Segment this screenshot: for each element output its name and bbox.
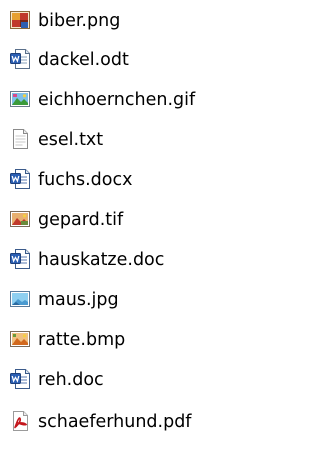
file-item-fuchs-docx[interactable]: fuchs.docx — [0, 168, 245, 192]
png-image-icon — [9, 9, 31, 31]
file-item-ratte-bmp[interactable]: ratte.bmp — [0, 328, 245, 352]
file-name: schaeferhund.pdf — [38, 412, 192, 432]
file-name: esel.txt — [38, 130, 104, 150]
odt-document-icon — [9, 48, 31, 70]
file-item-dackel-odt[interactable]: dackel.odt — [0, 48, 245, 72]
file-name: gepard.tif — [38, 210, 124, 230]
file-name: maus.jpg — [38, 290, 119, 310]
tif-image-icon — [9, 208, 31, 230]
file-name: eichhoernchen.gif — [38, 90, 196, 110]
file-name: reh.doc — [38, 370, 104, 390]
gif-image-icon — [9, 88, 31, 110]
file-name: hauskatze.doc — [38, 250, 165, 270]
file-name: fuchs.docx — [38, 170, 133, 190]
file-item-biber-png[interactable]: biber.png — [0, 9, 245, 33]
file-list: biber.png dackel.odt eichhoernchen.gif e… — [0, 0, 245, 454]
file-item-hauskatze-doc[interactable]: hauskatze.doc — [0, 248, 245, 272]
word-document-icon — [9, 248, 31, 270]
file-item-esel-txt[interactable]: esel.txt — [0, 128, 245, 152]
word-document-icon — [9, 168, 31, 190]
jpg-image-icon — [9, 288, 31, 310]
file-item-eichhoernchen-gif[interactable]: eichhoernchen.gif — [0, 88, 245, 112]
file-item-gepard-tif[interactable]: gepard.tif — [0, 208, 245, 232]
file-item-maus-jpg[interactable]: maus.jpg — [0, 288, 245, 312]
pdf-document-icon — [9, 410, 31, 432]
file-item-reh-doc[interactable]: reh.doc — [0, 368, 245, 392]
bmp-image-icon — [9, 328, 31, 350]
text-file-icon — [9, 128, 31, 150]
file-name: biber.png — [38, 11, 121, 31]
file-name: ratte.bmp — [38, 330, 126, 350]
file-item-schaeferhund-pdf[interactable]: schaeferhund.pdf — [0, 410, 245, 434]
file-name: dackel.odt — [38, 50, 129, 70]
word-document-icon — [9, 368, 31, 390]
